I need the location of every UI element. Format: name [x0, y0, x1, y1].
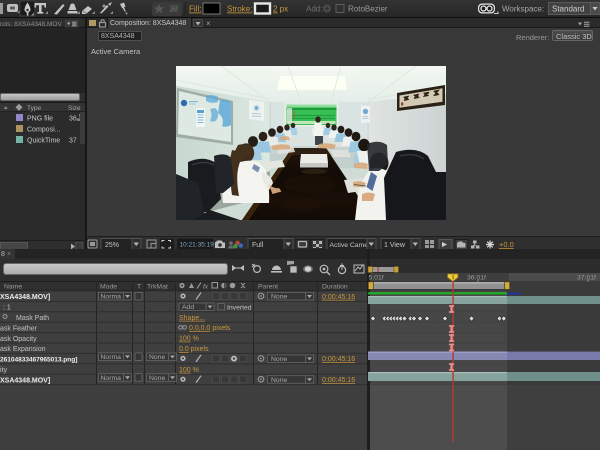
- svg-text:None: None: [149, 354, 165, 361]
- svg-text:Full: Full: [252, 242, 264, 249]
- svg-text:Shape...: Shape...: [179, 315, 205, 322]
- svg-text:fx: fx: [203, 284, 209, 291]
- svg-text:36: 36: [69, 116, 77, 123]
- svg-text:XSA4348.MOV]: XSA4348.MOV]: [0, 294, 50, 301]
- svg-text:T: T: [137, 284, 141, 291]
- svg-text:0.0,0.0 pixels: 0.0,0.0 pixels: [189, 325, 231, 332]
- svg-text:100 %: 100 %: [179, 367, 199, 374]
- svg-text:XSA4348.MOV]: XSA4348.MOV]: [0, 377, 50, 384]
- svg-text:1 View: 1 View: [384, 242, 406, 249]
- svg-text:None: None: [271, 294, 287, 301]
- svg-text:+0.0: +0.0: [499, 240, 514, 249]
- svg-text:Stroke:: Stroke:: [227, 5, 252, 14]
- svg-text:25%: 25%: [105, 242, 119, 249]
- svg-text:TrkMat: TrkMat: [147, 284, 168, 291]
- svg-text:0:00:45:16: 0:00:45:16: [322, 294, 355, 301]
- svg-text:2 px: 2 px: [273, 5, 288, 14]
- svg-text:Workspace:: Workspace:: [502, 5, 544, 14]
- svg-text:ask Feather: ask Feather: [0, 325, 38, 332]
- svg-text:10:21:35:19: 10:21:35:19: [180, 242, 215, 249]
- svg-text:ask Opacity: ask Opacity: [0, 336, 37, 343]
- svg-text:Norma: Norma: [101, 294, 122, 301]
- svg-text:Parent: Parent: [258, 284, 278, 291]
- svg-text:Type: Type: [27, 105, 41, 112]
- svg-text:26104833467965013.png]: 26104833467965013.png]: [0, 357, 77, 364]
- svg-text:Add:: Add:: [306, 5, 322, 14]
- svg-text:0:00:45:16: 0:00:45:16: [322, 377, 355, 384]
- svg-text:0.0 pixels: 0.0 pixels: [179, 346, 209, 353]
- svg-text:Name: Name: [4, 284, 22, 291]
- svg-text:37:01f: 37:01f: [577, 275, 596, 282]
- svg-text:Mask Path: Mask Path: [16, 315, 49, 322]
- svg-text:Fill:: Fill:: [189, 5, 201, 14]
- svg-text:36:01f: 36:01f: [467, 275, 486, 282]
- svg-text:PNG file: PNG file: [27, 116, 53, 123]
- svg-text:RotoBezier: RotoBezier: [348, 5, 388, 14]
- svg-text:0:00:45:16: 0:00:45:16: [322, 356, 355, 363]
- svg-text:100 %: 100 %: [179, 336, 199, 343]
- svg-text:ity: ity: [0, 367, 8, 374]
- svg-text:5:01f: 5:01f: [369, 275, 384, 282]
- svg-text:ask Expansion: ask Expansion: [0, 346, 46, 353]
- svg-text:: 1: : 1: [3, 305, 11, 312]
- svg-text:Inverted: Inverted: [227, 304, 252, 311]
- svg-text:Size: Size: [68, 105, 81, 112]
- svg-text:Standard: Standard: [552, 5, 584, 14]
- svg-text:Add: Add: [182, 304, 194, 311]
- svg-text:Composi...: Composi...: [27, 127, 61, 134]
- svg-text:Duration: Duration: [322, 284, 348, 291]
- svg-text:Mode: Mode: [100, 284, 117, 291]
